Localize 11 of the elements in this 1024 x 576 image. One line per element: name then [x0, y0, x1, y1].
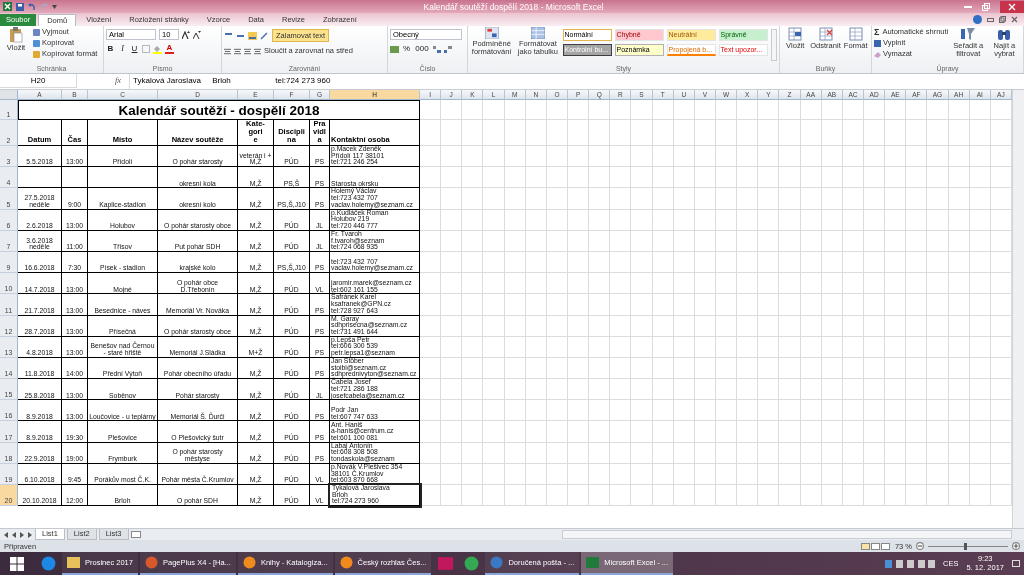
font-style-button[interactable]: B — [106, 44, 115, 54]
window-title: Kalendář soutěží dospělí 2018 - Microsoft Excel — [423, 1, 604, 12]
font-style-button[interactable]: I — [118, 44, 127, 54]
name-box[interactable]: H20 — [0, 74, 77, 88]
thousands-button[interactable]: 000 — [414, 44, 430, 54]
font-color-button[interactable]: A — [165, 44, 174, 54]
percent-button[interactable]: % — [402, 44, 411, 54]
function-button[interactable]: fx — [107, 74, 129, 87]
table-title: Kalendář soutěží - dospělí 2018 — [18, 100, 420, 120]
font-style-button[interactable]: U — [130, 44, 139, 54]
formula-field[interactable]: Tykalová Jaroslava Brloh tel:724 273 960 — [129, 74, 1024, 89]
